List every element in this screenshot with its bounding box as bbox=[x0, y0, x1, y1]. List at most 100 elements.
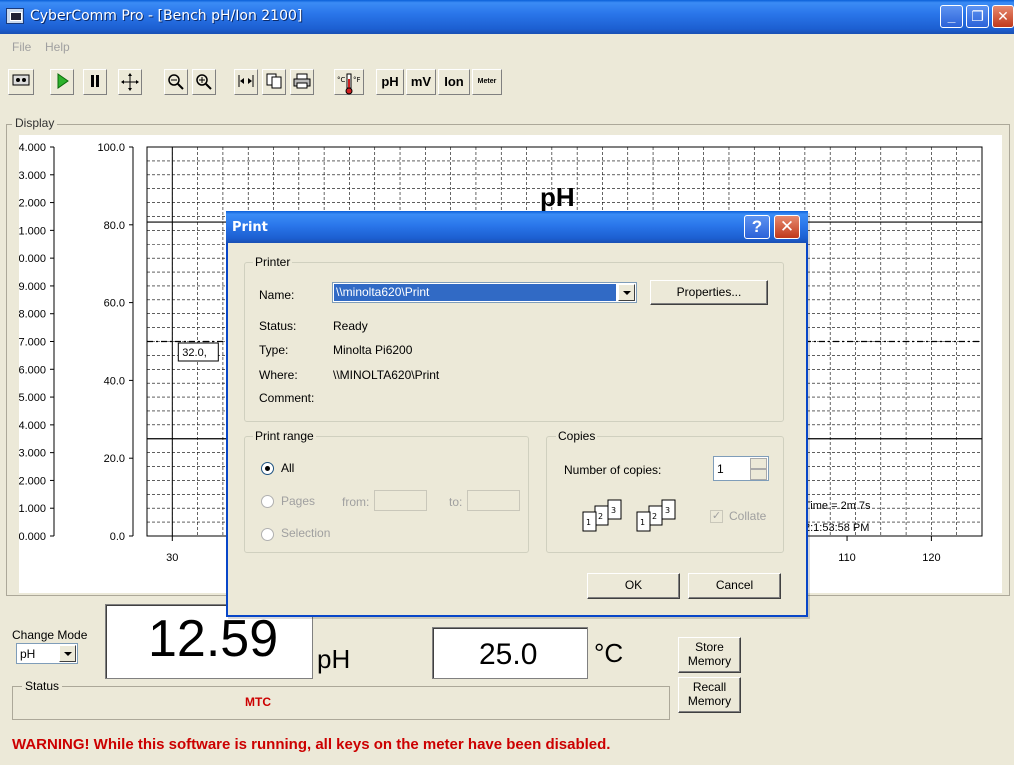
recall-memory-button[interactable]: Recall Memory bbox=[678, 677, 741, 713]
zoom-in-icon[interactable] bbox=[192, 69, 216, 95]
print-dialog: Print ? ✕ Printer Name: \\minolta620\Pri… bbox=[226, 211, 808, 617]
svg-text:°C: °C bbox=[337, 76, 346, 84]
collate-icon: 3 2 1 3 2 1 bbox=[582, 499, 676, 532]
left-tick-label: 13.000 bbox=[19, 170, 46, 182]
reading-value: 12.59 bbox=[148, 610, 279, 668]
play-icon[interactable] bbox=[50, 69, 74, 95]
printer-name-select[interactable]: \\minolta620\Print bbox=[332, 282, 637, 303]
store-memory-button[interactable]: Store Memory bbox=[678, 637, 741, 673]
left-tick-label: 10.000 bbox=[19, 253, 46, 265]
ok-button[interactable]: OK bbox=[587, 573, 680, 599]
range-from-input[interactable] bbox=[374, 490, 427, 511]
ph-mode-button[interactable]: pH bbox=[376, 69, 404, 95]
left-tick-label: 5.000 bbox=[19, 392, 46, 404]
pause-icon[interactable] bbox=[83, 69, 107, 95]
print-range-label: Print range bbox=[253, 429, 316, 443]
copy-icon[interactable] bbox=[262, 69, 286, 95]
fit-icon[interactable] bbox=[234, 69, 258, 95]
window-title: CyberComm Pro - [Bench pH/Ion 2100] bbox=[30, 8, 303, 24]
left-tick-label: 0.000 bbox=[19, 531, 46, 543]
temperature-unit: °C bbox=[594, 638, 624, 668]
main-titlebar: CyberComm Pro - [Bench pH/Ion 2100] _ ❐ … bbox=[0, 0, 1014, 34]
right-tick-label: 40.0 bbox=[104, 375, 125, 387]
menu-help[interactable]: Help bbox=[45, 40, 70, 54]
mv-mode-button[interactable]: mV bbox=[406, 69, 436, 95]
left-tick-label: 3.000 bbox=[19, 448, 46, 460]
print-dialog-titlebar: Print ? ✕ bbox=[226, 211, 808, 243]
status-label: Status bbox=[22, 679, 63, 693]
range-all-label: All bbox=[281, 461, 295, 475]
status-value: MTC bbox=[245, 695, 271, 709]
svg-text:1: 1 bbox=[640, 518, 645, 527]
printer-name-value: \\minolta620\Print bbox=[334, 284, 616, 301]
range-to-label: to: bbox=[449, 495, 463, 509]
mode-select-value: pH bbox=[20, 647, 36, 661]
left-tick-label: 12.000 bbox=[19, 198, 46, 210]
store-memory-label: Store Memory bbox=[687, 640, 732, 668]
svg-text:3: 3 bbox=[611, 506, 616, 515]
display-label: Display bbox=[12, 116, 58, 130]
ion-mode-button[interactable]: Ion bbox=[438, 69, 470, 95]
menu-file[interactable]: File bbox=[12, 40, 31, 54]
range-selection-radio[interactable] bbox=[261, 528, 274, 541]
svg-text:1: 1 bbox=[586, 518, 591, 527]
copies-count-label: Number of copies: bbox=[564, 463, 662, 477]
right-tick-label: 80.0 bbox=[104, 220, 125, 232]
printer-where-label: Where: bbox=[259, 368, 298, 382]
cancel-button[interactable]: Cancel bbox=[688, 573, 781, 599]
printer-status-label: Status: bbox=[259, 319, 297, 333]
time-annotation: Time = 2m 7s bbox=[804, 500, 871, 512]
stepper-down-icon[interactable] bbox=[750, 469, 767, 480]
chevron-down-icon[interactable] bbox=[618, 284, 635, 301]
left-tick-label: 8.000 bbox=[19, 309, 46, 321]
left-tick-label: 6.000 bbox=[19, 364, 46, 376]
toolbar: °C °F pH mV Ion Meter bbox=[0, 62, 1014, 102]
copies-stepper[interactable]: 1 bbox=[713, 456, 769, 481]
properties-button[interactable]: Properties... bbox=[650, 280, 768, 305]
status-group bbox=[12, 686, 670, 720]
range-selection-label: Selection bbox=[281, 526, 331, 540]
thermometer-icon[interactable]: °C °F bbox=[334, 69, 364, 95]
range-pages-radio[interactable] bbox=[261, 495, 274, 508]
minimize-button[interactable]: _ bbox=[940, 5, 963, 28]
right-tick-label: 20.0 bbox=[104, 453, 125, 465]
meter-connect-icon[interactable] bbox=[8, 69, 34, 95]
range-all-radio[interactable] bbox=[261, 462, 274, 475]
cursor-tooltip: 32.0, bbox=[182, 347, 206, 359]
range-to-input[interactable] bbox=[467, 490, 520, 511]
left-tick-label: 7.000 bbox=[19, 337, 46, 349]
right-tick-label: 60.0 bbox=[104, 298, 125, 310]
temperature-box: 25.0 bbox=[432, 627, 588, 679]
printer-type-label: Type: bbox=[259, 343, 289, 357]
collate-label: Collate bbox=[729, 509, 767, 523]
right-tick-label: 100.0 bbox=[97, 142, 125, 154]
zoom-out-icon[interactable] bbox=[164, 69, 188, 95]
close-button[interactable]: ✕ bbox=[992, 5, 1014, 28]
app-icon bbox=[6, 8, 24, 24]
printer-status-value: Ready bbox=[333, 319, 368, 333]
chevron-down-icon[interactable] bbox=[59, 645, 76, 662]
reading-unit: pH bbox=[317, 644, 351, 674]
dialog-close-button[interactable]: ✕ bbox=[774, 215, 800, 239]
print-icon[interactable] bbox=[290, 69, 314, 95]
maximize-button[interactable]: ❐ bbox=[966, 5, 989, 28]
x-tick-label: 110 bbox=[838, 552, 856, 564]
recall-memory-label: Recall Memory bbox=[687, 680, 732, 708]
print-dialog-title: Print bbox=[232, 220, 268, 235]
printer-name-label: Name: bbox=[259, 288, 295, 302]
chart-title: pH bbox=[540, 182, 575, 212]
meter-mode-button[interactable]: Meter bbox=[472, 69, 502, 95]
stepper-up-icon[interactable] bbox=[750, 458, 767, 469]
mode-select[interactable]: pH bbox=[16, 643, 78, 664]
printer-group-label: Printer bbox=[253, 255, 293, 269]
svg-text:3: 3 bbox=[665, 506, 670, 515]
left-tick-label: 9.000 bbox=[19, 281, 46, 293]
svg-text:2: 2 bbox=[652, 512, 657, 521]
collate-checkbox[interactable]: ✓ bbox=[710, 510, 723, 523]
range-from-label: from: bbox=[342, 495, 370, 509]
left-tick-label: 11.000 bbox=[19, 225, 46, 237]
move-icon[interactable] bbox=[118, 69, 142, 95]
warning-message: WARNING! While this software is running,… bbox=[12, 736, 611, 753]
copies-value: 1 bbox=[717, 462, 724, 476]
help-button[interactable]: ? bbox=[744, 215, 770, 239]
